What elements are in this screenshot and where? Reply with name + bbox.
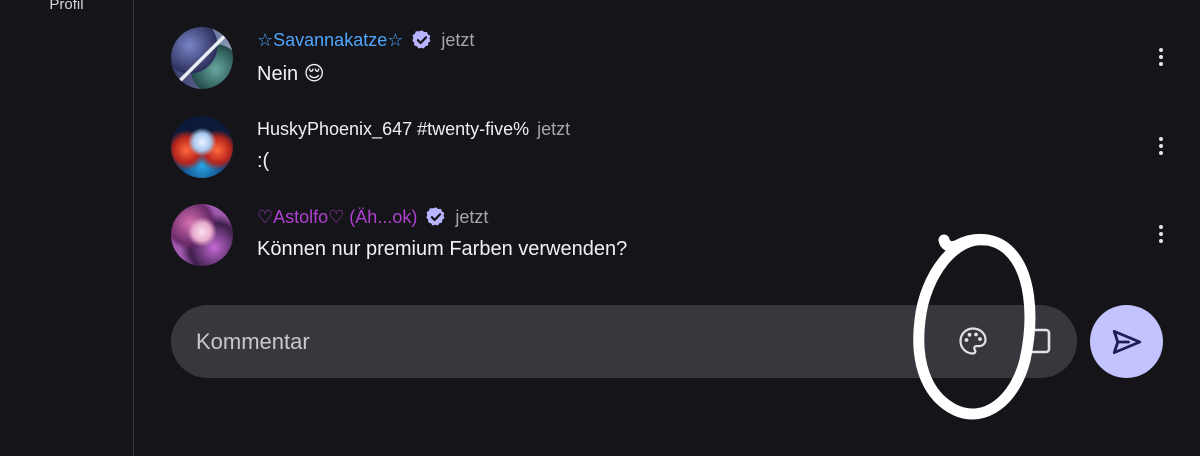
comment-timestamp: jetzt (455, 206, 489, 227)
avatar[interactable] (171, 204, 233, 266)
comment-input-bar[interactable]: Kommentar (171, 305, 1077, 378)
left-sidebar: Profil (0, 0, 134, 456)
comment-header: HuskyPhoenix_647 #twenty-five% jetzt (257, 116, 570, 142)
sidebar-item-profile[interactable]: Profil (0, 0, 133, 13)
send-button[interactable] (1090, 305, 1163, 378)
comment-text: Können nur premium Farben verwenden? (257, 238, 628, 260)
comment-item: HuskyPhoenix_647 #twenty-five% jetzt :( (171, 116, 1171, 186)
comment-header: ☆Savannakatze☆ jetzt (257, 27, 474, 53)
verified-badge-icon (425, 206, 447, 228)
verified-badge-icon (411, 29, 433, 51)
comment-item: ☆Savannakatze☆ jetzt Nein 😌 (171, 27, 1171, 97)
comment-item: ♡Astolfo♡ (Äh...ok) jetzt Können nur pre… (171, 204, 1171, 274)
comment-timestamp: jetzt (537, 118, 571, 139)
comment-text: :( (257, 150, 270, 172)
more-vertical-icon[interactable] (1151, 45, 1171, 69)
comment-username[interactable]: ♡Astolfo♡ (Äh...ok) (257, 207, 417, 228)
more-vertical-icon[interactable] (1151, 222, 1171, 246)
comment-text: Nein 😌 (257, 63, 325, 85)
comment-username[interactable]: HuskyPhoenix_647 #twenty-five% (257, 119, 529, 140)
image-icon[interactable] (1023, 325, 1053, 357)
palette-icon[interactable] (957, 325, 989, 357)
more-vertical-icon[interactable] (1151, 134, 1171, 158)
comment-input[interactable]: Kommentar (196, 329, 310, 355)
avatar[interactable] (171, 27, 233, 89)
comment-header: ♡Astolfo♡ (Äh...ok) jetzt (257, 204, 488, 230)
comment-username[interactable]: ☆Savannakatze☆ (257, 30, 403, 51)
send-icon (1112, 329, 1141, 354)
avatar[interactable] (171, 116, 233, 178)
comment-timestamp: jetzt (441, 29, 475, 50)
